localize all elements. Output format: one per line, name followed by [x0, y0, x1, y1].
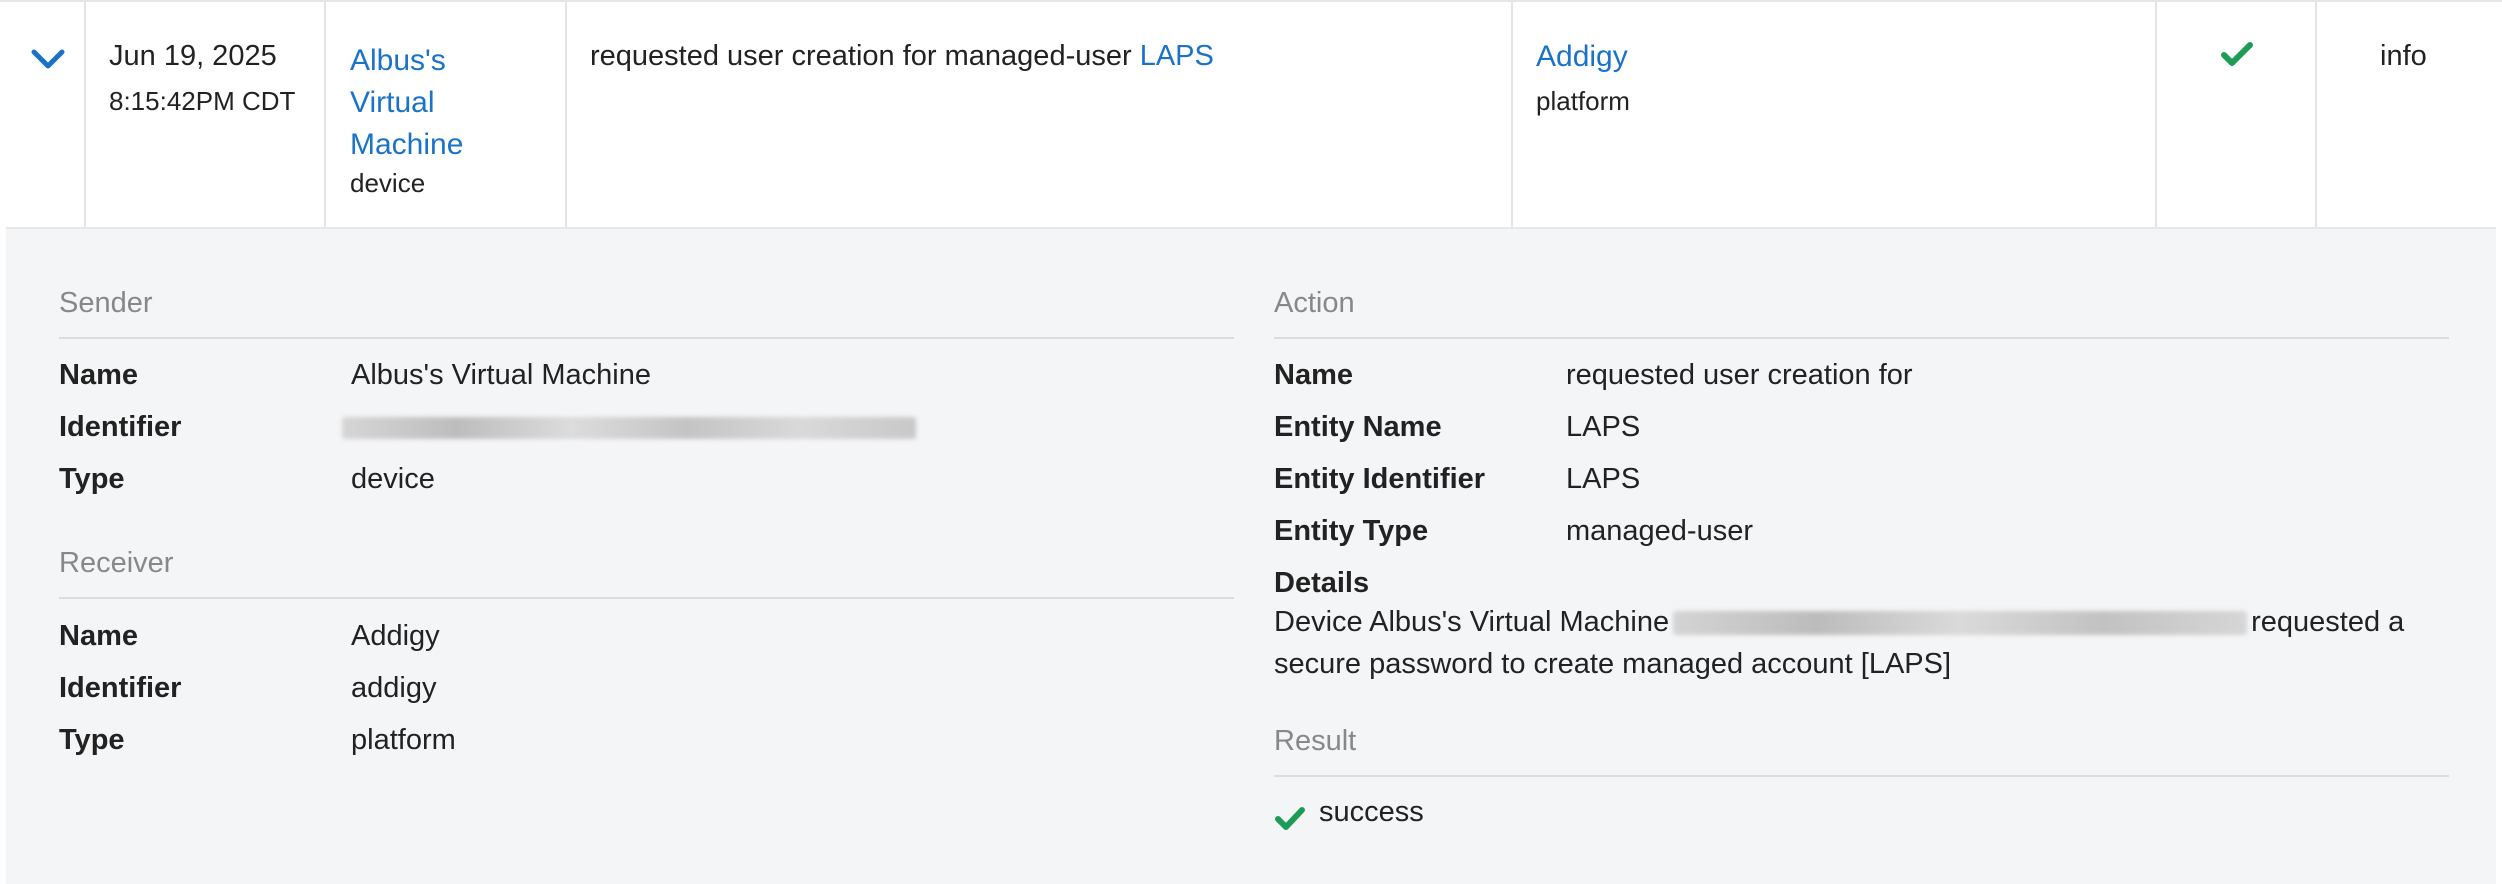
- sender-link[interactable]: Albus's Virtual Machine: [350, 40, 550, 166]
- sender-name-line: Machine: [350, 128, 464, 161]
- sender-name-line: Virtual: [350, 86, 435, 119]
- sender-type: device: [350, 168, 426, 198]
- entity-name-label: Entity Name: [1274, 411, 1442, 443]
- action-section-title: Action: [1274, 287, 1355, 319]
- entity-identifier-label: Entity Identifier: [1274, 463, 1486, 495]
- column-divider: [565, 2, 567, 229]
- receiver-type-label: Type: [59, 724, 125, 756]
- redacted-identifier: [1673, 611, 2248, 636]
- event-level: info: [2380, 40, 2427, 72]
- sender-section-title: Sender: [59, 287, 153, 319]
- entity-identifier-value: LAPS: [1566, 463, 1641, 495]
- divider: [59, 337, 1234, 339]
- action-name-label: Name: [1274, 359, 1353, 391]
- column-divider: [324, 2, 326, 229]
- receiver-identifier-label: Identifier: [59, 672, 182, 704]
- divider: [1274, 337, 2449, 339]
- redacted-identifier: [342, 417, 916, 439]
- entity-type-label: Entity Type: [1274, 515, 1429, 547]
- result-value: success: [1319, 796, 1424, 828]
- result-section-title: Result: [1274, 725, 1357, 757]
- column-divider: [2315, 2, 2317, 229]
- event-detail-panel: Sender Name Albus's Virtual Machine Iden…: [6, 227, 2496, 884]
- receiver-identifier-value: addigy: [351, 672, 437, 704]
- receiver-section-title: Receiver: [59, 547, 174, 579]
- message-text: requested user creation for managed-user: [590, 40, 1132, 72]
- column-divider: [1511, 2, 1513, 229]
- sender-type-label: Type: [59, 463, 125, 495]
- receiver-type: platform: [1536, 86, 1630, 116]
- message-entity-link[interactable]: LAPS: [1140, 40, 1214, 72]
- receiver-link[interactable]: Addigy: [1536, 40, 1628, 74]
- event-message: requested user creation for managed-user…: [590, 40, 1214, 73]
- check-icon: [2221, 42, 2253, 66]
- sender-name-label: Name: [59, 359, 138, 391]
- sender-type-value: device: [351, 463, 435, 495]
- receiver-type-value: platform: [351, 724, 456, 756]
- receiver-name-label: Name: [59, 620, 138, 652]
- details-text: Device Albus's Virtual Machine requested …: [1274, 601, 2454, 685]
- event-time: 8:15:42PM CDT: [109, 86, 296, 116]
- sender-name-line: Albus's: [350, 44, 446, 77]
- divider: [1274, 775, 2449, 777]
- action-name-value: requested user creation for: [1566, 359, 1913, 391]
- column-divider: [84, 2, 86, 229]
- divider: [59, 597, 1234, 599]
- details-label: Details: [1274, 567, 1370, 599]
- chevron-down-icon[interactable]: [28, 42, 68, 76]
- table-row[interactable]: Jun 19, 2025 8:15:42PM CDT Albus's Virtu…: [0, 0, 2502, 229]
- sender-name-value: Albus's Virtual Machine: [351, 359, 651, 391]
- sender-identifier-label: Identifier: [59, 411, 182, 443]
- details-prefix: Device Albus's Virtual Machine: [1274, 606, 1670, 638]
- receiver-name-value: Addigy: [351, 620, 440, 652]
- column-divider: [2155, 2, 2157, 229]
- check-icon: [1275, 807, 1305, 830]
- entity-type-value: managed-user: [1566, 515, 1753, 547]
- entity-name-value: LAPS: [1566, 411, 1641, 443]
- event-date: Jun 19, 2025: [109, 40, 277, 72]
